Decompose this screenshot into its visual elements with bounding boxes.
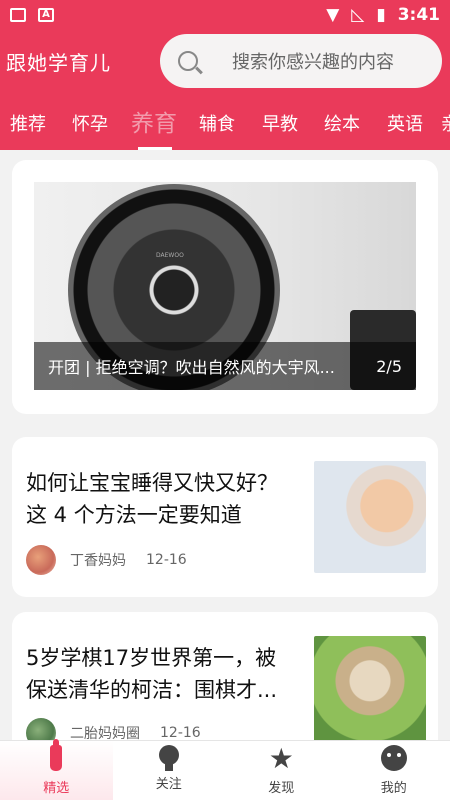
search-input[interactable]: 搜索你感兴趣的内容: [160, 34, 442, 88]
nav-label: 我的: [380, 781, 407, 796]
a-notification-icon: A: [38, 8, 54, 22]
nav-guanzhu[interactable]: 关注: [113, 741, 226, 800]
banner-card: DAEWOO 开团 | 拒绝空调？吹出自然风的大宇风... 2/5: [12, 160, 438, 414]
status-time: 3:41: [397, 5, 440, 25]
article-date: 12-16: [160, 725, 201, 741]
article-card[interactable]: 如何让宝宝睡得又快又好？这 4 个方法一定要知道 丁香妈妈 12-16: [12, 437, 438, 597]
bottle-icon: [50, 739, 63, 771]
article-thumbnail: [314, 461, 426, 573]
article-thumbnail: [314, 636, 426, 748]
app-title: 跟她学育儿: [6, 50, 111, 75]
article-title: 5岁学棋17岁世界第一，被保送清华的柯洁：围棋才...: [26, 646, 278, 702]
tab-zaojiao[interactable]: 早教: [262, 110, 298, 150]
tab-yingyu[interactable]: 英语: [387, 110, 423, 150]
fan-brand-logo: DAEWOO: [156, 252, 184, 259]
article-author: 丁香妈妈: [70, 553, 126, 569]
banner-caption-bar: 开团 | 拒绝空调？吹出自然风的大宇风... 2/5: [34, 342, 416, 390]
banner-caption: 开团 | 拒绝空调？吹出自然风的大宇风...: [48, 358, 335, 377]
signal-icon: ◺: [351, 5, 365, 25]
tab-tuijian[interactable]: 推荐: [10, 110, 46, 150]
search-placeholder: 搜索你感兴趣的内容: [232, 52, 394, 73]
active-tab-indicator: [138, 147, 172, 150]
star-icon: ★: [268, 742, 294, 775]
battery-icon: ▮: [376, 5, 386, 25]
tab-yangyu[interactable]: 养育: [131, 104, 177, 150]
tab-huaiyun[interactable]: 怀孕: [72, 110, 108, 150]
app-header: A ▼ ◺ ▮ 3:41 跟她学育儿 搜索你感兴趣的内容 推荐 怀孕 养育 辅食…: [0, 0, 450, 150]
bottom-nav: 精选 关注 ★ 发现 我的: [0, 739, 450, 800]
banner-carousel[interactable]: DAEWOO 开团 | 拒绝空调？吹出自然风的大宇风... 2/5: [34, 182, 416, 390]
category-tabs: 推荐 怀孕 养育 辅食 早教 绘本 英语 亲: [0, 92, 450, 150]
nav-label: 精选: [43, 781, 70, 796]
avatar: [26, 545, 56, 575]
status-bar: A ▼ ◺ ▮ 3:41: [0, 0, 450, 30]
nav-wode[interactable]: 我的: [338, 741, 450, 800]
tab-more[interactable]: 亲: [441, 110, 450, 150]
face-icon: [380, 745, 407, 771]
article-meta: 丁香妈妈 12-16: [26, 545, 187, 575]
nav-label: 关注: [155, 777, 182, 792]
tab-fushi[interactable]: 辅食: [199, 110, 235, 150]
article-title: 如何让宝宝睡得又快又好？这 4 个方法一定要知道: [26, 471, 278, 527]
wifi-icon: ▼: [326, 5, 340, 25]
tab-huiben[interactable]: 绘本: [324, 110, 360, 150]
image-notification-icon: [10, 8, 26, 22]
bulb-icon: [158, 745, 179, 771]
search-icon: [178, 51, 198, 71]
banner-counter: 2/5: [376, 356, 402, 376]
nav-faxian[interactable]: ★ 发现: [225, 741, 338, 800]
article-date: 12-16: [146, 552, 187, 568]
nav-label: 发现: [268, 781, 295, 796]
nav-jingxuan[interactable]: 精选: [0, 739, 113, 800]
